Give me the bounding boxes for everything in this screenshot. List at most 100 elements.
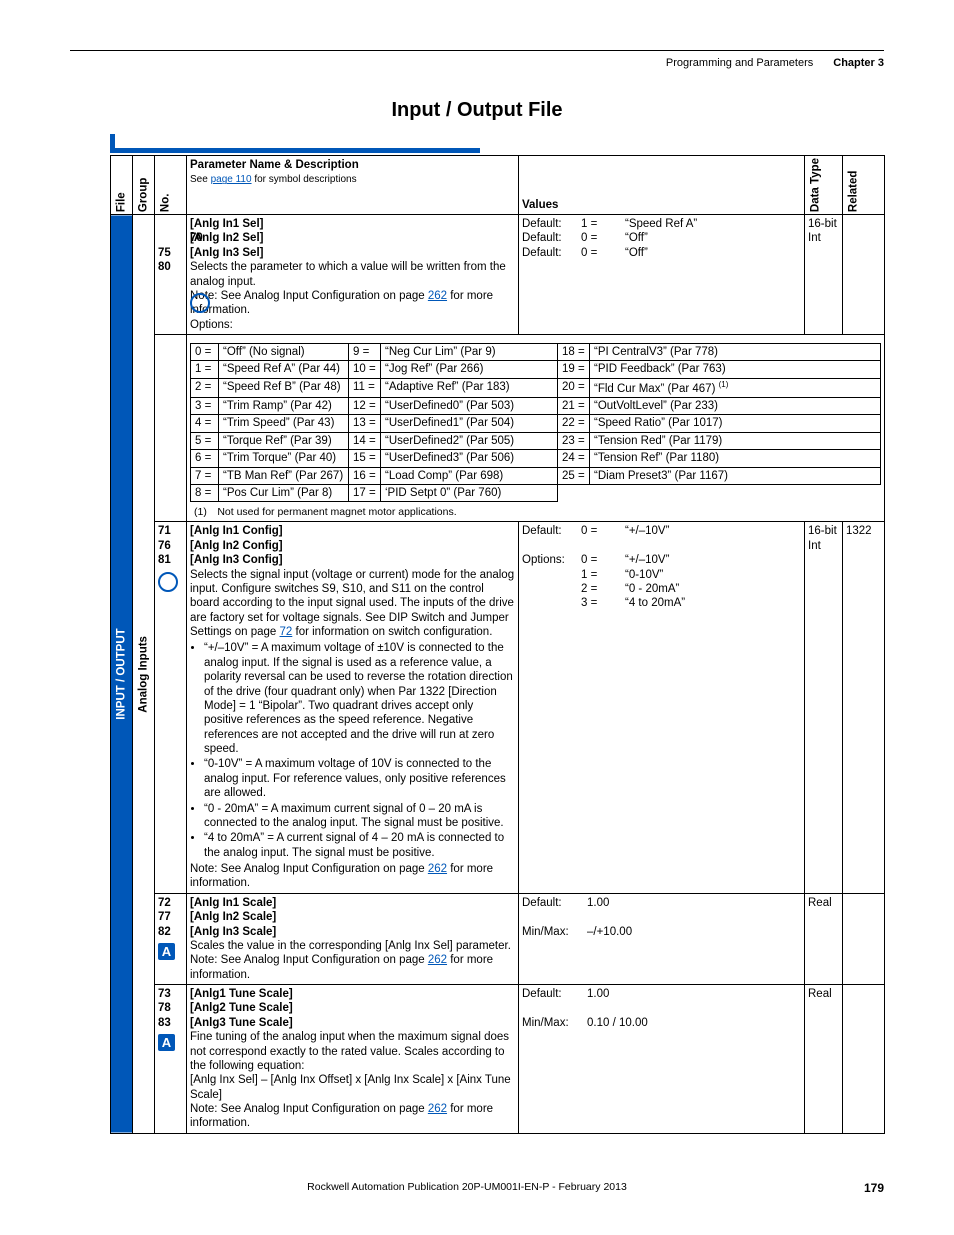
header-section: Programming and Parameters: [666, 57, 813, 69]
reset-icon: [190, 293, 210, 313]
option-cell: “Tension Red” (Par 1179): [590, 432, 881, 449]
r2-param: [Anlg In1 Config][Anlg In2 Config][Anlg …: [187, 522, 519, 893]
option-cell: “Speed Ref B” (Par 48): [219, 378, 349, 397]
reset-icon: [158, 572, 178, 592]
col-related: Related: [843, 156, 885, 215]
option-cell: “Diam Preset3” (Par 1167): [590, 467, 881, 484]
option-cell: “UserDefined2” (Par 505): [381, 432, 558, 449]
option-cell: “OutVoltLevel” (Par 233): [590, 398, 881, 415]
r4-related: [843, 985, 885, 1134]
option-cell: 4 =: [191, 415, 219, 432]
link-page110[interactable]: page 110: [211, 174, 252, 185]
option-cell: 23 =: [558, 432, 590, 449]
option-cell: “Load Comp” (Par 698): [381, 467, 558, 484]
option-cell: 19 =: [558, 361, 590, 378]
option-cell: 22 =: [558, 415, 590, 432]
option-cell: 16 =: [349, 467, 381, 484]
option-cell: 13 =: [349, 415, 381, 432]
r3-related: [843, 893, 885, 984]
r1-no: 707580: [155, 215, 187, 335]
r3-param: [Anlg In1 Scale][Anlg In2 Scale][Anlg In…: [187, 893, 519, 984]
r1-related: [843, 215, 885, 335]
r1-options: 0 =“Off” (No signal)9 =“Neg Cur Lim” (Pa…: [187, 335, 885, 522]
option-cell: 9 =: [349, 344, 381, 361]
option-cell: 25 =: [558, 467, 590, 484]
option-cell: 17 =: [349, 484, 381, 501]
file-label: INPUT / OUTPUT: [111, 215, 133, 1134]
option-cell: “Speed Ref A” (Par 44): [219, 361, 349, 378]
option-cell: 15 =: [349, 450, 381, 467]
option-cell: 14 =: [349, 432, 381, 449]
option-cell: “Tension Ref” (Par 1180): [590, 450, 881, 467]
group-label: Analog Inputs: [133, 215, 155, 1134]
option-cell: “Speed Ratio” (Par 1017): [590, 415, 881, 432]
r2-values: Default:Options: 0 =0 =1 =2 =3 = “+/–10V…: [519, 522, 805, 893]
option-cell: 21 =: [558, 398, 590, 415]
page-header: Programming and Parameters Chapter 3: [70, 57, 884, 69]
link-262-c[interactable]: 262: [428, 954, 447, 966]
header-chapter: Chapter 3: [833, 57, 884, 69]
r2-no: 717681: [155, 522, 187, 893]
r3-dtype: Real: [805, 893, 843, 984]
option-cell: ‘PID Setpt 0” (Par 760): [381, 484, 558, 501]
option-cell: “Fld Cur Max” (Par 467) (1): [590, 378, 881, 397]
link-72[interactable]: 72: [280, 626, 293, 638]
option-cell: “Adaptive Ref” (Par 183): [381, 378, 558, 397]
options-table: 0 =“Off” (No signal)9 =“Neg Cur Lim” (Pa…: [190, 343, 881, 502]
option-cell: 3 =: [191, 398, 219, 415]
option-cell: “UserDefined3” (Par 506): [381, 450, 558, 467]
col-file: File: [111, 156, 133, 215]
link-262-b[interactable]: 262: [428, 863, 447, 875]
option-cell: 6 =: [191, 450, 219, 467]
option-cell: 20 =: [558, 378, 590, 397]
page-title: Input / Output File: [70, 99, 884, 122]
page-footer: Rockwell Automation Publication 20P-UM00…: [70, 1181, 884, 1195]
option-cell: “TB Man Ref” (Par 267): [219, 467, 349, 484]
advanced-icon: A: [158, 943, 175, 960]
option-cell: “Neg Cur Lim” (Par 9): [381, 344, 558, 361]
option-cell: 8 =: [191, 484, 219, 501]
footer-page: 179: [864, 1181, 884, 1195]
r3-values: Default:Min/Max: 1.00–/+10.00: [519, 893, 805, 984]
r2-related: 1322: [843, 522, 885, 893]
link-262-d[interactable]: 262: [428, 1103, 447, 1115]
r4-values: Default:Min/Max: 1.000.10 / 10.00: [519, 985, 805, 1134]
col-values: Values: [519, 156, 805, 215]
option-cell: 12 =: [349, 398, 381, 415]
option-cell: 7 =: [191, 467, 219, 484]
option-cell: “PI CentralV3” (Par 778): [590, 344, 881, 361]
option-cell: 10 =: [349, 361, 381, 378]
option-cell: “Pos Cur Lim” (Par 8): [219, 484, 349, 501]
option-cell: “Trim Ramp” (Par 42): [219, 398, 349, 415]
option-cell: “Off” (No signal): [219, 344, 349, 361]
r4-dtype: Real: [805, 985, 843, 1134]
option-cell: “Torque Ref” (Par 39): [219, 432, 349, 449]
option-cell: 18 =: [558, 344, 590, 361]
link-262-a[interactable]: 262: [428, 290, 447, 302]
r4-param: [Anlg1 Tune Scale][Anlg2 Tune Scale][Anl…: [187, 985, 519, 1134]
col-no: No.: [155, 156, 187, 215]
option-cell: 24 =: [558, 450, 590, 467]
r2-dtype: 16-bitInt: [805, 522, 843, 893]
col-dtype: Data Type: [805, 156, 843, 215]
option-cell: “UserDefined0” (Par 503): [381, 398, 558, 415]
r3-no: 727782 A: [155, 893, 187, 984]
option-cell: “UserDefined1” (Par 504): [381, 415, 558, 432]
r4-no: 737883 A: [155, 985, 187, 1134]
option-cell: “Trim Torque” (Par 40): [219, 450, 349, 467]
option-cell: “Trim Speed” (Par 43): [219, 415, 349, 432]
parameter-table: File Group No. Parameter Name & Descript…: [110, 155, 885, 1134]
r1-dtype: 16-bitInt: [805, 215, 843, 335]
option-cell: 5 =: [191, 432, 219, 449]
footer-pub: Rockwell Automation Publication 20P-UM00…: [307, 1181, 627, 1195]
r1-values: Default:Default:Default: 1 =0 =0 = “Spee…: [519, 215, 805, 335]
col-param: Parameter Name & Description See page 11…: [187, 156, 519, 215]
col-group: Group: [133, 156, 155, 215]
option-cell: [590, 484, 881, 501]
option-cell: “PID Feedback” (Par 763): [590, 361, 881, 378]
r1-param: [Anlg In1 Sel][Anlg In2 Sel][Anlg In3 Se…: [187, 215, 519, 335]
advanced-icon: A: [158, 1034, 175, 1051]
option-cell: “Jog Ref” (Par 266): [381, 361, 558, 378]
option-cell: [558, 484, 590, 501]
option-cell: 11 =: [349, 378, 381, 397]
